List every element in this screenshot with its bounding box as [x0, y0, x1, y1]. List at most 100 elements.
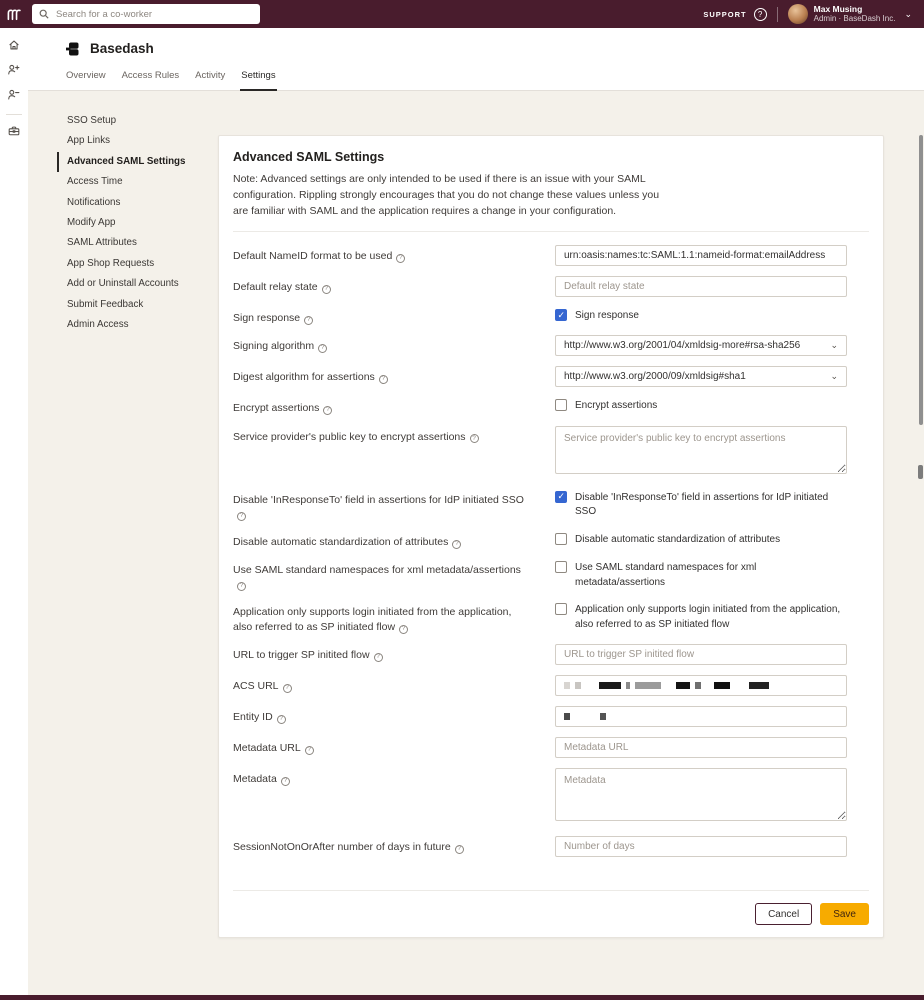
tab-access-rules[interactable]: Access Rules: [121, 70, 181, 91]
help-icon[interactable]: ?: [374, 653, 383, 662]
field-label: Sign response?: [233, 307, 555, 325]
help-icon[interactable]: ?: [452, 540, 461, 549]
help-icon[interactable]: ?: [322, 285, 331, 294]
session-days-input[interactable]: [555, 836, 847, 857]
sp-flow-url-input[interactable]: [555, 644, 847, 665]
help-icon[interactable]: ?: [281, 777, 290, 786]
disable-inresponseto-checkbox[interactable]: [555, 491, 567, 503]
redacted-block: [564, 713, 570, 720]
saml-standard-namespaces-checkbox[interactable]: [555, 561, 567, 573]
sidebar-item-notifications[interactable]: Notifications: [57, 193, 233, 213]
user-name: Max Musing: [814, 4, 896, 14]
sidebar-item-add-or-uninstall-accounts[interactable]: Add or Uninstall Accounts: [57, 274, 233, 294]
home-icon[interactable]: [6, 37, 22, 53]
help-icon[interactable]: ?: [283, 684, 292, 693]
help-icon[interactable]: ?: [237, 512, 246, 521]
avatar[interactable]: [788, 4, 808, 24]
help-icon[interactable]: ?: [399, 625, 408, 634]
tab-settings[interactable]: Settings: [240, 70, 276, 91]
sidebar-item-access-time[interactable]: Access Time: [57, 172, 233, 192]
sign-response-checkbox-label[interactable]: Sign response: [575, 309, 639, 324]
disable-standardization-checkbox[interactable]: [555, 533, 567, 545]
tab-overview[interactable]: Overview: [65, 70, 107, 91]
help-icon[interactable]: ?: [379, 375, 388, 384]
sidebar-item-app-links[interactable]: App Links: [57, 131, 233, 151]
chevron-down-icon: ⌄: [830, 340, 838, 351]
field-row-session-days: SessionNotOnOrAfter number of days in fu…: [233, 836, 869, 857]
briefcase-icon[interactable]: [6, 123, 22, 139]
sp-initiated-only-checkbox[interactable]: [555, 603, 567, 615]
sidebar-item-admin-access[interactable]: Admin Access: [57, 315, 233, 335]
sign-response-checkbox[interactable]: [555, 309, 567, 321]
default-relay-state-input[interactable]: [555, 276, 847, 297]
content-area: SSO SetupApp LinksAdvanced SAML Settings…: [28, 91, 924, 995]
sp-initiated-only-checkbox-label[interactable]: Application only supports login initiate…: [575, 603, 847, 632]
field-row-encrypt-assertions: Encrypt assertions? Encrypt assertions: [233, 397, 869, 415]
add-coworker-icon[interactable]: [6, 62, 22, 78]
signing-algorithm-select[interactable]: http://www.w3.org/2001/04/xmldsig-more#r…: [555, 335, 847, 356]
help-icon[interactable]: ?: [323, 406, 332, 415]
redacted-block: [706, 682, 709, 689]
redacted-block: [599, 682, 621, 689]
redacted-block: [714, 682, 730, 689]
support-link[interactable]: SUPPORT: [703, 10, 746, 19]
sidebar-item-app-shop-requests[interactable]: App Shop Requests: [57, 254, 233, 274]
search-input[interactable]: [54, 8, 253, 21]
remove-coworker-icon[interactable]: [6, 87, 22, 103]
help-icon[interactable]: ?: [305, 746, 314, 755]
field-row-disable-inresponseto: Disable 'InResponseTo' field in assertio…: [233, 489, 869, 521]
help-icon[interactable]: ?: [277, 715, 286, 724]
save-button[interactable]: Save: [820, 903, 869, 925]
redacted-block: [600, 713, 606, 720]
field-label: URL to trigger SP initited flow?: [233, 644, 555, 662]
digest-algorithm-select[interactable]: http://www.w3.org/2000/09/xmldsig#sha1⌄: [555, 366, 847, 387]
metadata-textarea[interactable]: [555, 768, 847, 821]
field-row-sp-flow-url: URL to trigger SP initited flow?: [233, 644, 869, 665]
help-icon[interactable]: ?: [455, 845, 464, 854]
sidebar-item-sso-setup[interactable]: SSO Setup: [57, 111, 233, 131]
field-label: Signing algorithm?: [233, 335, 555, 353]
disable-standardization-checkbox-label[interactable]: Disable automatic standardization of att…: [575, 533, 780, 548]
scrollbar-thumb[interactable]: [919, 135, 923, 425]
global-search[interactable]: [32, 4, 260, 24]
saml-form: Default NameID format to be used?Default…: [233, 245, 869, 857]
field-label: Encrypt assertions?: [233, 397, 555, 415]
metadata-url-input[interactable]: [555, 737, 847, 758]
redacted-block: [735, 682, 744, 689]
field-row-sp-public-key: Service provider's public key to encrypt…: [233, 426, 869, 479]
acs-url-input[interactable]: [555, 675, 847, 696]
field-label: Service provider's public key to encrypt…: [233, 426, 555, 444]
encrypt-assertions-checkbox[interactable]: [555, 399, 567, 411]
default-nameid-format-input[interactable]: [555, 245, 847, 266]
field-row-disable-standardization: Disable automatic standardization of att…: [233, 531, 869, 549]
sidebar-item-submit-feedback[interactable]: Submit Feedback: [57, 295, 233, 315]
help-icon[interactable]: ?: [396, 254, 405, 263]
sidebar-item-modify-app[interactable]: Modify App: [57, 213, 233, 233]
cancel-button[interactable]: Cancel: [755, 903, 812, 925]
help-icon[interactable]: ?: [470, 434, 479, 443]
help-circle-icon[interactable]: ?: [754, 8, 767, 21]
disable-inresponseto-checkbox-label[interactable]: Disable 'InResponseTo' field in assertio…: [575, 491, 847, 520]
scrollbar-nub[interactable]: [918, 465, 923, 479]
redacted-block: [586, 682, 594, 689]
chevron-down-icon[interactable]: ⌄: [904, 9, 912, 20]
rippling-logo-icon[interactable]: [0, 0, 28, 28]
user-menu[interactable]: Max Musing Admin · BaseDash Inc.: [814, 4, 896, 24]
sp-public-key-textarea[interactable]: [555, 426, 847, 474]
redacted-block: [749, 682, 769, 689]
help-icon[interactable]: ?: [237, 582, 246, 591]
help-icon[interactable]: ?: [304, 316, 313, 325]
page-title: Basedash: [90, 41, 154, 56]
search-icon: [39, 9, 49, 19]
encrypt-assertions-checkbox-label[interactable]: Encrypt assertions: [575, 399, 657, 414]
help-icon[interactable]: ?: [318, 344, 327, 353]
saml-standard-namespaces-checkbox-label[interactable]: Use SAML standard namespaces for xml met…: [575, 561, 847, 590]
redacted-block: [575, 682, 581, 689]
sidebar-item-saml-attributes[interactable]: SAML Attributes: [57, 233, 233, 253]
entity-id-input[interactable]: [555, 706, 847, 727]
redacted-block: [695, 682, 701, 689]
sidebar-item-advanced-saml-settings[interactable]: Advanced SAML Settings: [57, 152, 233, 172]
field-row-default-relay-state: Default relay state?: [233, 276, 869, 297]
field-label: ACS URL?: [233, 675, 555, 693]
tab-activity[interactable]: Activity: [194, 70, 226, 91]
